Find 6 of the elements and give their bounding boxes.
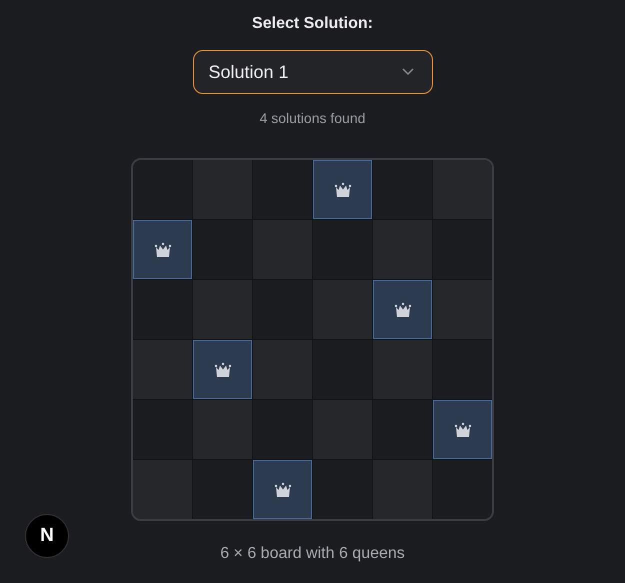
solutions-count: 4 solutions found (260, 110, 366, 126)
solution-dropdown[interactable]: Solution 1 (192, 50, 432, 94)
heading: Select Solution: (252, 14, 373, 34)
dev-badge[interactable]: N (25, 514, 69, 558)
board-caption: 6 × 6 board with 6 queens (220, 545, 405, 563)
chevron-down-icon (402, 68, 414, 76)
